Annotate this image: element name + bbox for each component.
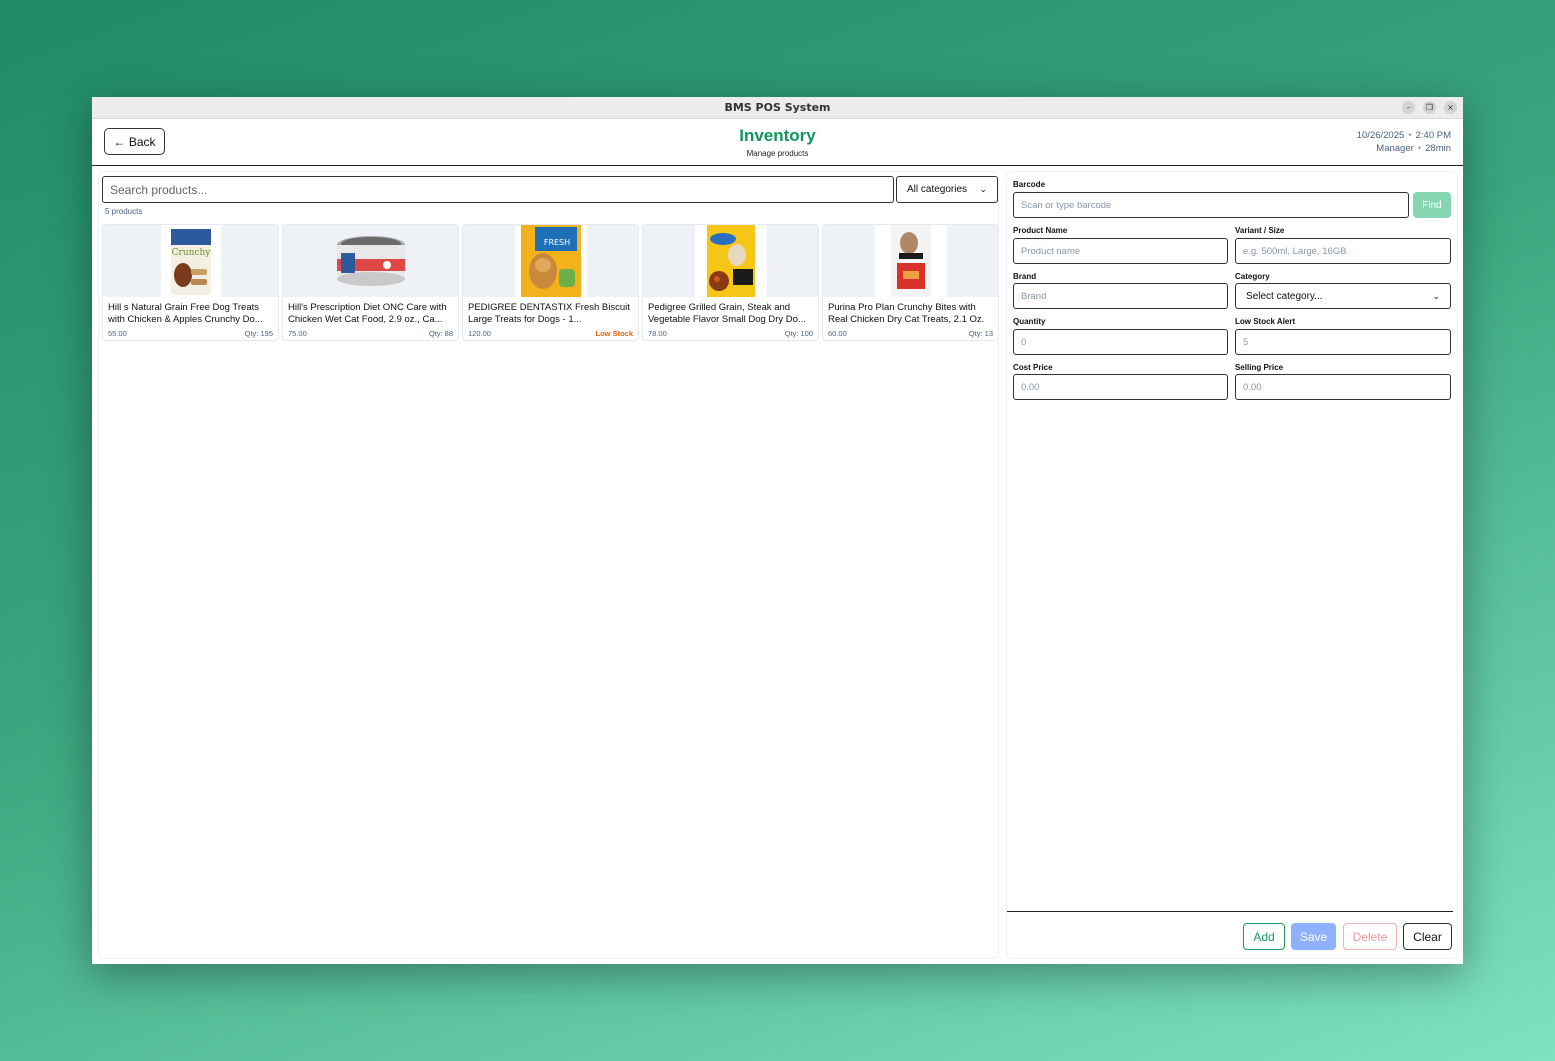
close-icon[interactable]: × <box>1444 101 1457 114</box>
product-name: Purina Pro Plan Crunchy Bites with Real … <box>828 302 985 325</box>
svg-text:FRESH: FRESH <box>543 238 569 247</box>
barcode-input[interactable]: Scan or type barcode <box>1013 192 1409 218</box>
window-controls: – ❐ × <box>1402 101 1457 114</box>
treat-bag-icon: FRESH <box>514 225 587 297</box>
title-bar: BMS POS System – ❐ × <box>92 97 1463 119</box>
product-name: Hill's Prescription Diet ONC Care with C… <box>288 302 447 325</box>
product-price: 60.00 <box>828 329 847 338</box>
product-name: Pedigree Grilled Grain, Steak and Vegeta… <box>648 302 806 325</box>
search-input[interactable]: Search products... <box>102 176 894 203</box>
clear-button[interactable]: Clear <box>1403 923 1452 950</box>
product-price: 55.00 <box>108 329 127 338</box>
app-window: BMS POS System – ❐ × ← Back Inventory Ma… <box>92 97 1463 964</box>
product-list-panel: Search products... All categories ⌄ 5 pr… <box>98 171 999 959</box>
minimize-icon[interactable]: – <box>1402 101 1415 114</box>
treat-bag-icon: Crunchy <box>160 225 221 297</box>
chevron-down-icon: ⌄ <box>979 184 987 194</box>
product-card[interactable]: Pedigree Grilled Grain, Steak and Vegeta… <box>642 224 819 341</box>
page-heading: Inventory Manage products <box>92 126 1463 158</box>
save-button[interactable]: Save <box>1291 923 1336 950</box>
product-qty: Qty: 13 <box>968 329 993 338</box>
selling-price-label: Selling Price <box>1235 363 1284 372</box>
page-subtitle: Manage products <box>746 149 809 158</box>
can-icon <box>329 225 413 297</box>
low-stock-alert-label: Low Stock Alert <box>1235 317 1296 326</box>
product-qty: Qty: 100 <box>784 329 813 338</box>
product-card[interactable]: Crunchy Hill s Natural Grain Free Dog Tr… <box>102 224 279 341</box>
time-text: 2:40 PM <box>1415 130 1451 141</box>
quantity-input[interactable]: 0 <box>1013 329 1228 355</box>
delete-button[interactable]: Delete <box>1343 923 1397 950</box>
svg-text:Crunchy: Crunchy <box>171 248 211 258</box>
quantity-label: Quantity <box>1013 317 1046 326</box>
find-button[interactable]: Find <box>1413 192 1451 218</box>
product-price: 78.00 <box>648 329 667 338</box>
category-filter-select[interactable]: All categories ⌄ <box>896 176 998 203</box>
selling-price-input[interactable]: 0.00 <box>1235 374 1451 400</box>
product-name-input[interactable]: Product name <box>1013 238 1228 264</box>
product-name: Hill s Natural Grain Free Dog Treats wit… <box>108 302 263 325</box>
product-price: 75.00 <box>288 329 307 338</box>
category-select-value: Select category... <box>1246 290 1323 302</box>
session-info: 10/26/2025 • 2:40 PM Manager • 28min <box>1356 130 1451 154</box>
window-title: BMS POS System <box>724 101 831 114</box>
product-name-label: Product Name <box>1013 226 1068 235</box>
product-count: 5 products <box>105 207 143 216</box>
category-filter-value: All categories <box>907 184 968 195</box>
product-card[interactable]: Purina Pro Plan Crunchy Bites with Real … <box>822 224 999 341</box>
product-price: 120.00 <box>468 329 491 338</box>
product-qty: Qty: 88 <box>428 329 453 338</box>
variant-input[interactable]: e.g. 500ml, Large, 16GB <box>1235 238 1451 264</box>
category-select[interactable]: Select category... ⌄ <box>1235 283 1451 309</box>
product-form-panel: Barcode Scan or type barcode Find Produc… <box>1006 171 1458 959</box>
low-stock-alert-input[interactable]: 5 <box>1235 329 1451 355</box>
low-stock-badge: Low Stock <box>595 329 633 338</box>
product-name: PEDIGREE DENTASTIX Fresh Biscuit Large T… <box>468 302 630 325</box>
date-text: 10/26/2025 <box>1356 130 1405 141</box>
treat-pouch-icon <box>874 225 947 297</box>
brand-label: Brand <box>1013 272 1037 281</box>
session-duration: 28min <box>1425 143 1451 154</box>
product-qty: Qty: 195 <box>244 329 273 338</box>
product-card[interactable]: Hill's Prescription Diet ONC Care with C… <box>282 224 459 341</box>
actions-divider <box>1007 911 1453 912</box>
add-button[interactable]: Add <box>1243 923 1285 950</box>
category-label: Category <box>1235 272 1270 281</box>
food-bag-icon <box>694 225 767 297</box>
role-text: Manager <box>1376 143 1414 154</box>
product-card[interactable]: FRESH PEDIGREE DENTASTIX Fresh Biscuit L… <box>462 224 639 341</box>
product-grid: Crunchy Hill s Natural Grain Free Dog Tr… <box>102 224 999 341</box>
brand-input[interactable]: Brand <box>1013 283 1228 309</box>
cost-price-input[interactable]: 0.00 <box>1013 374 1228 400</box>
maximize-icon[interactable]: ❐ <box>1423 101 1436 114</box>
chevron-down-icon: ⌄ <box>1432 290 1440 301</box>
variant-label: Variant / Size <box>1235 226 1285 235</box>
barcode-label: Barcode <box>1013 180 1046 189</box>
cost-price-label: Cost Price <box>1013 363 1053 372</box>
page-title: Inventory <box>739 126 816 145</box>
page-header: ← Back Inventory Manage products 10/26/2… <box>92 119 1463 166</box>
